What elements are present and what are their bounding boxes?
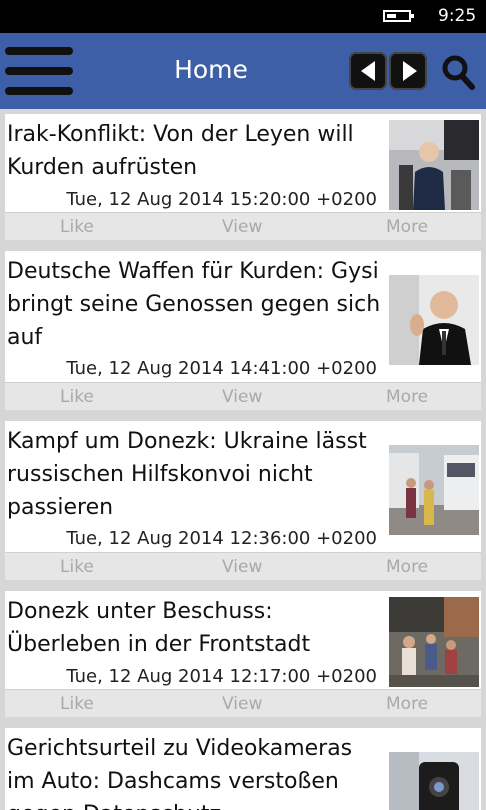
- article-thumbnail[interactable]: [389, 597, 479, 687]
- article-card[interactable]: Donezk unter Beschuss: Überleben in der …: [5, 591, 481, 717]
- article-thumbnail[interactable]: [389, 275, 479, 365]
- status-time: 9:25: [438, 6, 477, 26]
- like-button[interactable]: Like: [60, 557, 94, 577]
- article-thumbnail[interactable]: [389, 120, 479, 210]
- app-bar: Home: [0, 33, 486, 109]
- article-actions: Like View More: [5, 212, 481, 240]
- more-button[interactable]: More: [386, 217, 428, 237]
- article-title[interactable]: Kampf um Donezk: Ukraine lässt russische…: [7, 425, 382, 524]
- article-actions: Like View More: [5, 382, 481, 410]
- article-date: Tue, 12 Aug 2014 15:20:00 +0200: [66, 189, 377, 210]
- article-card[interactable]: Deutsche Waffen für Kurden: Gysi bringt …: [5, 251, 481, 410]
- article-card[interactable]: Irak-Konflikt: Von der Leyen will Kurden…: [5, 114, 481, 240]
- article-date: Tue, 12 Aug 2014 12:36:00 +0200: [66, 528, 377, 549]
- article-title[interactable]: Irak-Konflikt: Von der Leyen will Kurden…: [7, 118, 382, 184]
- like-button[interactable]: Like: [60, 387, 94, 407]
- battery-icon: [383, 10, 414, 22]
- view-button[interactable]: View: [222, 557, 262, 577]
- like-button[interactable]: Like: [60, 217, 94, 237]
- next-arrow-icon[interactable]: [389, 52, 427, 90]
- previous-arrow-icon[interactable]: [349, 52, 387, 90]
- article-title[interactable]: Deutsche Waffen für Kurden: Gysi bringt …: [7, 255, 382, 354]
- article-thumbnail[interactable]: [389, 445, 479, 535]
- more-button[interactable]: More: [386, 557, 428, 577]
- like-button[interactable]: Like: [60, 694, 94, 714]
- article-actions: Like View More: [5, 552, 481, 580]
- more-button[interactable]: More: [386, 387, 428, 407]
- more-button[interactable]: More: [386, 694, 428, 714]
- article-actions: Like View More: [5, 689, 481, 717]
- article-date: Tue, 12 Aug 2014 12:17:00 +0200: [66, 666, 377, 687]
- article-title[interactable]: Gerichtsurteil zu Videokameras im Auto: …: [7, 732, 382, 810]
- article-title[interactable]: Donezk unter Beschuss: Überleben in der …: [7, 595, 382, 661]
- article-card[interactable]: Gerichtsurteil zu Videokameras im Auto: …: [5, 728, 481, 810]
- article-thumbnail[interactable]: [389, 752, 479, 810]
- search-icon[interactable]: [441, 54, 475, 90]
- article-card[interactable]: Kampf um Donezk: Ukraine lässt russische…: [5, 421, 481, 580]
- view-button[interactable]: View: [222, 387, 262, 407]
- status-bar: 9:25: [0, 0, 486, 33]
- article-date: Tue, 12 Aug 2014 14:41:00 +0200: [66, 358, 377, 379]
- view-button[interactable]: View: [222, 694, 262, 714]
- view-button[interactable]: View: [222, 217, 262, 237]
